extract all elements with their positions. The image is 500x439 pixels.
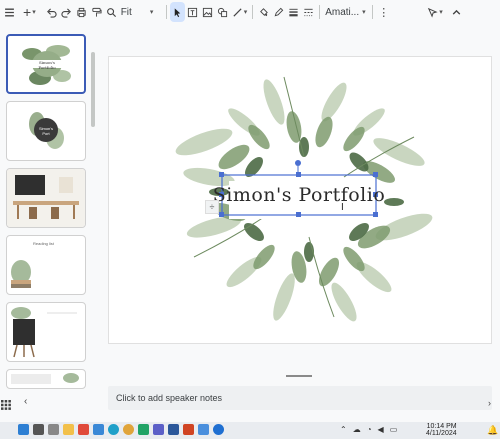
toolbar-divider: [165, 5, 167, 19]
app-icon[interactable]: [213, 424, 224, 435]
slide-filmstrip: Simon's Portfolio Simon's Port Reading l…: [0, 24, 98, 389]
search-icon[interactable]: [33, 424, 44, 435]
font-select[interactable]: Amati... ▾: [323, 2, 369, 22]
fill-color-icon[interactable]: [256, 2, 271, 22]
wifi-icon[interactable]: ◔: [367, 425, 372, 434]
start-icon[interactable]: [18, 424, 29, 435]
filmstrip-scrollbar[interactable]: [91, 52, 95, 127]
word-icon[interactable]: [168, 424, 179, 435]
undo-icon[interactable]: [44, 2, 59, 22]
print-icon[interactable]: [74, 2, 89, 22]
slide-thumbnail-4[interactable]: Reading list: [6, 235, 86, 295]
slide-thumbnail-1[interactable]: Simon's Portfolio: [6, 34, 86, 94]
slide-thumbnail-3[interactable]: [6, 168, 86, 228]
chrome-icon[interactable]: [123, 424, 134, 435]
powerpoint-icon[interactable]: [183, 424, 194, 435]
slide-canvas[interactable]: Simon's Portfolio I ÷: [108, 56, 492, 344]
volume-icon[interactable]: ◀: [378, 425, 384, 434]
paint-format-icon[interactable]: [89, 2, 104, 22]
zoom-icon[interactable]: [104, 2, 119, 22]
vertical-align-icon[interactable]: ÷: [205, 200, 219, 214]
slide-thumbnail-2[interactable]: Simon's Port: [6, 101, 86, 161]
notes-resize-handle[interactable]: [286, 375, 312, 377]
slide-thumbnail-5[interactable]: [6, 302, 86, 362]
grid-view-icon[interactable]: [1, 397, 11, 410]
system-tray: ⌃ ☁ ◔ ◀ ▭: [340, 425, 397, 434]
notification-icon[interactable]: 🔔: [487, 425, 498, 436]
taskbar-apps: [18, 424, 224, 435]
cloud-icon[interactable]: ☁: [353, 425, 361, 434]
chevron-down-icon: ▾: [362, 9, 366, 16]
app-icon[interactable]: [198, 424, 209, 435]
thumbnail-title: Simon's Portfolio: [38, 60, 56, 70]
app-icon[interactable]: [153, 424, 164, 435]
redo-icon[interactable]: [59, 2, 74, 22]
slide-thumbnail-6[interactable]: [6, 369, 86, 389]
collapse-icon[interactable]: ‹: [24, 396, 27, 407]
add-button[interactable]: + ▾: [21, 2, 38, 22]
battery-icon[interactable]: ▭: [390, 425, 398, 434]
speaker-notes[interactable]: Click to add speaker notes: [108, 386, 492, 410]
border-weight-icon[interactable]: [286, 2, 301, 22]
more-icon[interactable]: ⋮: [376, 2, 391, 22]
file-explorer-icon[interactable]: [63, 424, 74, 435]
toolbar-divider: [319, 5, 321, 19]
chevron-up-icon[interactable]: ⌃: [340, 425, 347, 434]
clock-time: 10:14 PM: [426, 423, 457, 430]
menu-icon[interactable]: [2, 2, 17, 22]
shape-icon[interactable]: [215, 2, 230, 22]
edge-icon[interactable]: [108, 424, 119, 435]
slide-title[interactable]: Simon's Portfolio: [213, 178, 385, 212]
speaker-notes-placeholder: Click to add speaker notes: [116, 393, 223, 403]
side-panel-toggle-icon[interactable]: ›: [488, 398, 498, 410]
toolbar-divider: [252, 5, 254, 19]
zoom-select[interactable]: Fit ▾: [119, 2, 163, 22]
image-icon[interactable]: [200, 2, 215, 22]
app-icon[interactable]: [78, 424, 89, 435]
app-icon[interactable]: [138, 424, 149, 435]
thumbnail-title: Simon's Port: [38, 126, 54, 136]
chevron-down-icon: ▾: [149, 9, 154, 16]
text-cursor-icon: I: [341, 202, 344, 213]
select-icon[interactable]: [169, 2, 185, 22]
app-icon[interactable]: [93, 424, 104, 435]
taskbar: ⌃ ☁ ◔ ◀ ▭ 10:14 PM 4/11/2024 🔔: [0, 422, 500, 439]
zoom-value: Fit: [120, 6, 132, 18]
clock-date: 4/11/2024: [426, 430, 457, 437]
collapse-toolbar-icon[interactable]: [449, 2, 464, 22]
pointer-icon[interactable]: ▾: [425, 2, 445, 22]
font-value: Amati...: [325, 6, 360, 18]
line-icon[interactable]: ▾: [230, 2, 250, 22]
border-color-icon[interactable]: [271, 2, 286, 22]
taskview-icon[interactable]: [48, 424, 59, 435]
thumbnail-title: Reading list: [33, 241, 54, 246]
clock[interactable]: 10:14 PM 4/11/2024: [426, 423, 457, 437]
toolbar-divider: [372, 5, 374, 19]
toolbar: + ▾ Fit ▾ ▾ Amati... ▾ ⋮ ▾: [0, 0, 500, 24]
textbox-icon[interactable]: [185, 2, 200, 22]
border-dash-icon[interactable]: [301, 2, 316, 22]
